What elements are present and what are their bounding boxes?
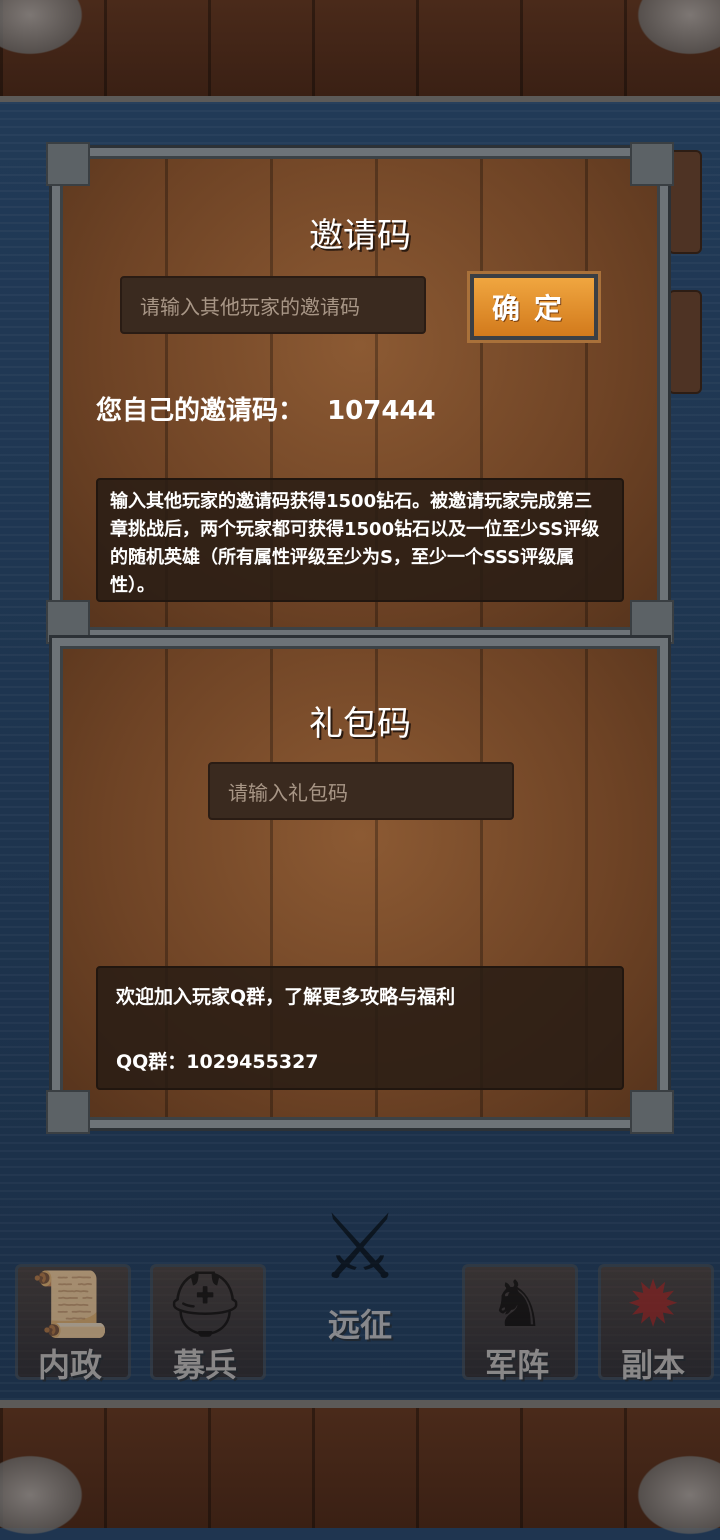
nav-item-recruit[interactable]: ⛑ 募兵: [140, 1210, 270, 1390]
corner-ornament: [0, 1450, 90, 1540]
scroll-icon: 📜: [30, 1268, 110, 1342]
qq-group-message: 欢迎加入玩家Q群，了解更多攻略与福利: [116, 986, 456, 1008]
invite-description-box: 输入其他玩家的邀请码获得1500钻石。被邀请玩家完成第三章挑战后，两个玩家都可获…: [96, 478, 624, 602]
own-code-value: 107444: [327, 396, 436, 426]
nav-label: 军阵: [484, 1346, 549, 1384]
qq-group-number[interactable]: QQ群：1029455327: [116, 1047, 604, 1074]
bottom-wood-border: [0, 1400, 720, 1528]
invite-description: 输入其他玩家的邀请码获得1500钻石。被邀请玩家完成第三章挑战后，两个玩家都可获…: [110, 491, 600, 596]
gift-panel: 礼包码 请输入礼包码 欢迎加入玩家Q群，了解更多攻略与福利 QQ群：102945…: [46, 638, 674, 1134]
corner-ornament: [630, 1450, 720, 1540]
demon-icon: ✹: [626, 1268, 680, 1342]
gift-title: 礼包码: [309, 704, 411, 744]
qq-group-box: 欢迎加入玩家Q群，了解更多攻略与福利 QQ群：1029455327: [96, 966, 624, 1090]
invite-code-input[interactable]: 请输入其他玩家的邀请码: [120, 276, 426, 334]
nav-label: 副本: [620, 1346, 685, 1384]
sword-emblem-icon: ⚔: [319, 1195, 401, 1300]
frame-corner: [630, 142, 674, 186]
invite-input-placeholder: 请输入其他玩家的邀请码: [140, 294, 360, 319]
nav-item-expedition[interactable]: ⚔ 远征: [295, 1170, 425, 1350]
corner-ornament: [0, 0, 90, 60]
nav-item-domestic[interactable]: 📜 内政: [5, 1210, 135, 1390]
nav-item-formation[interactable]: ♞ 军阵: [452, 1210, 582, 1390]
chess-icon: ♞: [488, 1268, 546, 1342]
frame-corner: [46, 1090, 90, 1134]
nav-label: 内政: [37, 1346, 102, 1384]
nav-label: 募兵: [172, 1346, 237, 1384]
nav-item-dungeon[interactable]: ✹ 副本: [588, 1210, 718, 1390]
invite-title: 邀请码: [309, 216, 411, 256]
invite-panel: 邀请码 请输入其他玩家的邀请码 确定 您自己的邀请码： 107444 输入其他玩…: [46, 142, 674, 644]
confirm-button[interactable]: 确定: [467, 271, 601, 343]
side-tab[interactable]: [668, 290, 702, 394]
own-invite-code: 您自己的邀请码： 107444: [96, 390, 436, 427]
frame-corner: [46, 142, 90, 186]
nav-label: 远征: [327, 1306, 392, 1344]
bottom-nav: 📜 内政 ⛑ 募兵 ⚔ 远征 ♞ 军阵 ✹ 副本: [0, 1195, 720, 1400]
confirm-label: 确定: [491, 292, 576, 325]
own-code-label: 您自己的邀请码：: [96, 396, 305, 426]
helmet-icon: ⛑: [164, 1268, 246, 1342]
top-wood-border: [0, 0, 720, 102]
corner-ornament: [630, 0, 720, 60]
gift-input-placeholder: 请输入礼包码: [228, 780, 348, 805]
gift-code-input[interactable]: 请输入礼包码: [208, 762, 514, 820]
frame-corner: [630, 1090, 674, 1134]
